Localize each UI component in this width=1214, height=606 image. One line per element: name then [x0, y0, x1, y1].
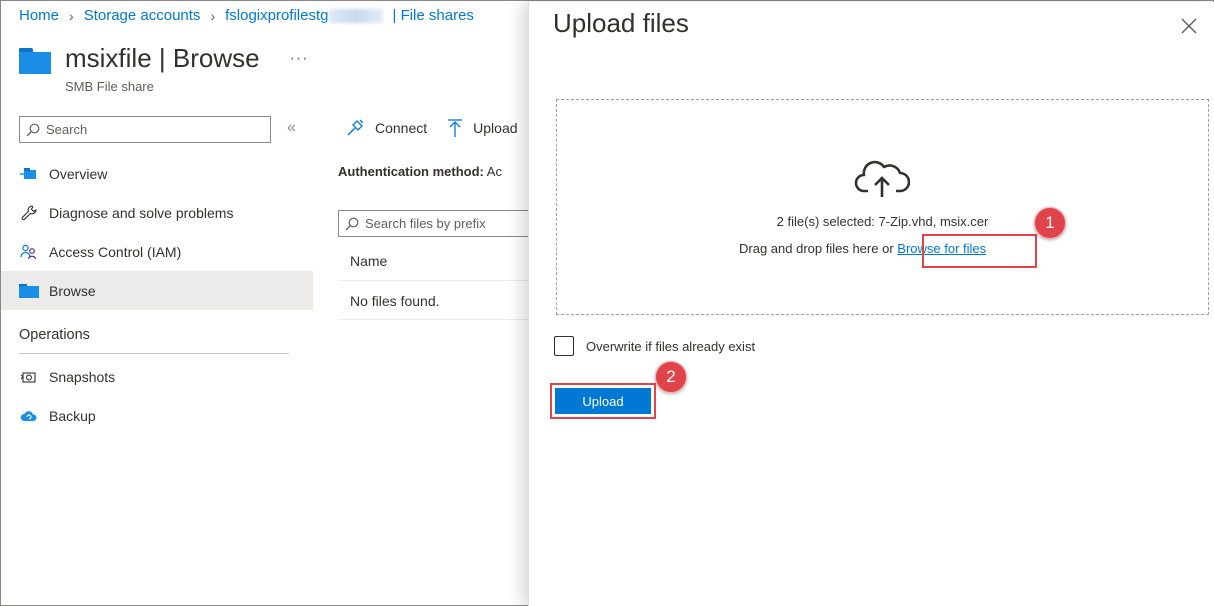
auth-label: Authentication method: [338, 164, 484, 179]
upload-arrow-icon [448, 119, 463, 137]
breadcrumb-account-label: fslogixprofilestg [225, 7, 329, 24]
sidebar-item-label: Diagnose and solve problems [49, 204, 234, 221]
collapse-sidebar-button[interactable]: « [287, 119, 296, 137]
sidebar-item-backup[interactable]: Backup [1, 396, 313, 435]
folder-icon [19, 281, 39, 301]
chevron-right-icon: › [69, 7, 74, 24]
page-header: msixfile | Browse ··· [19, 43, 309, 74]
snapshot-icon [19, 367, 39, 387]
sidebar-item-label: Access Control (IAM) [49, 243, 182, 260]
sidebar-search-input[interactable]: Search [19, 116, 271, 143]
breadcrumb-storage-accounts[interactable]: Storage accounts [84, 7, 201, 24]
column-header-label: Name [350, 252, 388, 269]
overwrite-label: Overwrite if files already exist [586, 338, 756, 354]
more-options-button[interactable]: ··· [290, 50, 309, 68]
sidebar-item-iam[interactable]: Access Control (IAM) [1, 232, 313, 271]
drag-drop-text: Drag and drop files here or [739, 241, 894, 256]
upload-button[interactable]: Upload [555, 388, 651, 414]
empty-state-row: No files found. [338, 282, 538, 320]
highlight-box [922, 234, 1037, 268]
cloud-upload-icon [854, 160, 910, 197]
sidebar-item-browse[interactable]: Browse [1, 271, 313, 310]
search-icon [345, 217, 359, 230]
sidebar-item-label: Browse [49, 282, 96, 299]
callout-badge-1: 1 [1034, 207, 1066, 239]
empty-state-text: No files found. [350, 292, 440, 309]
auth-value[interactable]: Ac [487, 164, 502, 179]
people-icon [19, 242, 39, 262]
sidebar-item-snapshots[interactable]: Snapshots [1, 357, 313, 396]
breadcrumb-account[interactable]: fslogixprofilestg [225, 7, 383, 24]
connect-button[interactable]: Connect [345, 118, 427, 138]
upload-files-panel: Upload files 2 file(s) selected: 7-Zip.v… [528, 2, 1214, 606]
column-header-name[interactable]: Name [338, 241, 538, 281]
sidebar-section-operations: Operations [19, 327, 90, 343]
sidebar-item-overview[interactable]: Overview [1, 154, 313, 193]
window: Home › Storage accounts › fslogixprofile… [0, 0, 1214, 606]
connect-label: Connect [375, 120, 428, 136]
search-files-input[interactable]: Search files by prefix [338, 210, 538, 237]
highlight-box: Upload [550, 383, 656, 419]
upload-toolbar-label: Upload [473, 120, 518, 136]
overview-icon [19, 164, 39, 184]
authentication-method: Authentication method: Ac [338, 164, 502, 179]
panel-title: Upload files [553, 8, 689, 38]
overwrite-checkbox[interactable] [554, 336, 574, 356]
search-icon [26, 123, 40, 136]
selected-files-text: 2 file(s) selected: 7-Zip.vhd, msix.cer [776, 214, 989, 229]
sidebar-item-diagnose[interactable]: Diagnose and solve problems [1, 193, 313, 232]
cloud-backup-icon [19, 406, 39, 426]
upload-toolbar-button[interactable]: Upload [447, 118, 518, 138]
divider [19, 353, 289, 354]
breadcrumb: Home › Storage accounts › fslogixprofile… [19, 7, 474, 24]
command-bar: Connect Upload [345, 118, 538, 138]
file-drop-zone[interactable]: 2 file(s) selected: 7-Zip.vhd, msix.cer … [556, 99, 1209, 315]
close-icon [1181, 18, 1197, 34]
close-button[interactable] [1177, 14, 1201, 38]
plug-icon [347, 119, 364, 136]
page-subtitle: SMB File share [65, 79, 154, 94]
breadcrumb-home[interactable]: Home [19, 7, 59, 24]
breadcrumb-file-shares[interactable]: | File shares [393, 7, 474, 24]
overwrite-checkbox-row[interactable]: Overwrite if files already exist [554, 336, 755, 356]
callout-badge-2: 2 [655, 361, 687, 393]
sidebar-operations: Snapshots Backup [1, 357, 313, 435]
search-files-placeholder: Search files by prefix [365, 216, 486, 231]
sidebar-item-label: Snapshots [49, 368, 116, 385]
file-share-icon [19, 47, 51, 74]
chevron-right-icon: › [210, 7, 216, 24]
wrench-icon [19, 203, 39, 223]
sidebar-search-placeholder: Search [46, 122, 88, 137]
sidebar-item-label: Backup [49, 407, 96, 424]
sidebar-item-label: Overview [49, 165, 108, 182]
sidebar-nav: Overview Diagnose and solve problems Acc… [1, 154, 313, 310]
page-title: msixfile | Browse [65, 43, 260, 73]
redacted-text [328, 9, 383, 24]
